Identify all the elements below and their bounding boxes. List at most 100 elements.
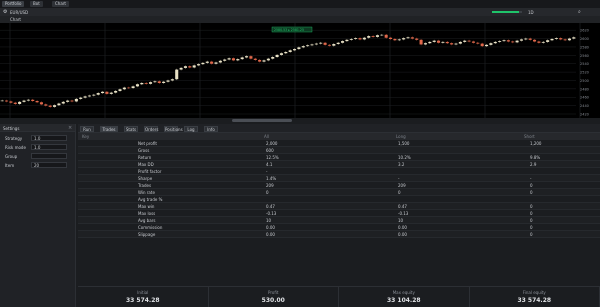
table-row[interactable]: Commission 0.00 0.00 0 — [78, 224, 600, 231]
candle — [467, 40, 471, 42]
title-bar: Portfolio Bot Chart — [0, 0, 600, 8]
left-field[interactable]: Item 20 — [3, 162, 73, 169]
candle — [423, 43, 427, 45]
y-tick-label: 2580 — [580, 45, 589, 49]
search-icon[interactable]: ⌕ — [578, 9, 581, 15]
settings-icon[interactable]: ⚙ — [3, 9, 7, 15]
candle — [266, 58, 270, 61]
results-tab[interactable]: Info — [204, 126, 218, 132]
table-row[interactable]: Avg bars 10 10 0 — [78, 217, 600, 224]
tab-chart[interactable]: Chart — [52, 1, 69, 7]
row-label: Sharpe — [138, 176, 153, 181]
candle — [515, 40, 519, 43]
results-tab-label: Log — [187, 127, 195, 132]
row-long: 0.00 — [398, 225, 407, 230]
table-row[interactable]: Max win 0.47 0.47 0 — [78, 203, 600, 210]
table-row[interactable]: Trades 209 209 0 — [78, 182, 600, 189]
candle — [415, 38, 419, 40]
candle — [70, 100, 74, 102]
results-tab[interactable]: Run — [80, 126, 94, 132]
candle — [319, 42, 323, 44]
candle — [480, 43, 484, 47]
table-row[interactable]: Sharpe 1.4% - - — [78, 175, 600, 182]
candle — [393, 38, 397, 41]
y-tick-label: 2600 — [580, 37, 589, 41]
left-field[interactable]: Group — [3, 153, 73, 160]
table-row[interactable]: Return 12.5% 10.2% 9.8% — [78, 154, 600, 161]
left-field[interactable]: Risk mode 1.0 — [3, 144, 73, 151]
table-row[interactable]: Gross 600 — [78, 147, 600, 154]
table-row[interactable]: Max loss -0.13 -0.13 0 — [78, 210, 600, 217]
results-tab[interactable]: Positions — [164, 126, 183, 132]
progress-fill — [492, 11, 519, 13]
candle — [489, 43, 493, 45]
progress-track — [492, 11, 522, 13]
results-tab[interactable]: Log — [184, 126, 198, 132]
candle — [437, 40, 441, 43]
symbol-label[interactable]: EUR/USD — [10, 10, 28, 15]
candle — [262, 60, 266, 62]
zoom-label[interactable]: 1D — [528, 10, 534, 15]
tab-bot[interactable]: Bot — [30, 1, 43, 7]
summary-value: 33 104.28 — [386, 297, 421, 304]
row-short: 9.8% — [530, 155, 541, 160]
candle — [0, 100, 4, 102]
results-tab-label: Orders — [145, 127, 159, 132]
candle — [445, 41, 449, 44]
left-field-label: Risk mode — [5, 145, 26, 150]
table-row[interactable]: Avg trade % — [78, 196, 600, 203]
close-icon[interactable]: × — [68, 125, 72, 131]
candle — [149, 82, 153, 84]
row-long: 0 — [398, 190, 401, 195]
y-tick-label: 2560 — [580, 54, 589, 58]
summary-label: Max equity — [392, 290, 415, 295]
candlestick-chart[interactable]: 2620 2600 2580 2560 2540 2520 2500 2480 2460 2440… — [0, 23, 600, 118]
candle — [306, 45, 310, 47]
candle — [26, 99, 30, 101]
table-row[interactable]: Max DD 4.1 3.2 2.9 — [78, 161, 600, 168]
table-row[interactable]: Win rate 0 0 0 — [78, 189, 600, 196]
candle — [402, 38, 406, 40]
left-field[interactable]: Strategy 1.0 — [3, 135, 73, 142]
candle — [39, 102, 43, 105]
table-row[interactable]: Net profit 2,000 1,500 1,200 — [78, 140, 600, 147]
candle — [223, 59, 227, 61]
candle — [432, 40, 436, 42]
row-long: 3.2 — [398, 162, 405, 167]
left-field-value-box[interactable] — [31, 153, 67, 159]
candle — [524, 38, 528, 40]
price-chart[interactable]: 2620 2600 2580 2560 2540 2520 2500 2480 2460 2440… — [0, 23, 600, 118]
chart-subtoolbar: Chart — [0, 16, 600, 23]
results-tab[interactable]: Orders — [144, 126, 158, 132]
candle — [463, 40, 467, 42]
row-label: Profit factor — [138, 169, 162, 174]
chart-scrollbar[interactable] — [0, 118, 600, 123]
row-all: 4.1 — [266, 162, 273, 167]
chart-scrollbar-thumb[interactable] — [232, 119, 292, 122]
candle — [563, 39, 567, 41]
row-all: 12.5% — [266, 155, 279, 160]
candle — [546, 40, 550, 42]
left-field-label: Item — [5, 163, 15, 168]
row-all: 0 — [266, 190, 269, 195]
tab-portfolio[interactable]: Portfolio — [2, 1, 25, 7]
candle — [18, 101, 22, 104]
summary-cell: Max equity 33 104.28 — [339, 287, 470, 307]
candle — [371, 36, 375, 37]
row-label: Return — [138, 155, 152, 160]
candle — [170, 79, 174, 81]
y-tick-label: 2500 — [580, 79, 589, 83]
chart-mode-label[interactable]: Chart — [10, 17, 21, 22]
y-tick-label: 2440 — [580, 104, 589, 108]
candle — [384, 34, 388, 38]
candle — [362, 37, 366, 40]
candle — [410, 37, 414, 39]
candle — [183, 66, 187, 68]
results-tab[interactable]: Stats — [124, 126, 138, 132]
table-row[interactable]: Slippage 0.00 0.00 0 — [78, 231, 600, 238]
candle — [458, 41, 462, 44]
table-row[interactable]: Profit factor - — [78, 168, 600, 175]
candle — [284, 51, 288, 54]
candle — [13, 102, 17, 104]
results-tab[interactable]: Trades — [100, 126, 118, 132]
